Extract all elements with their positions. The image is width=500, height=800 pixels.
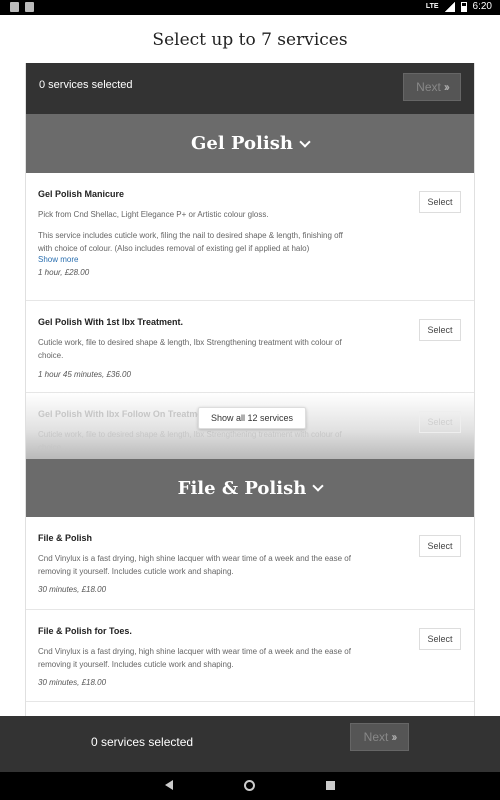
select-button[interactable]: Select (419, 319, 461, 341)
sd-card-icon (25, 2, 34, 12)
category-title: Gel Polish (191, 133, 293, 154)
service-name: File & Polish for Toes. (38, 626, 132, 636)
service-description: Cnd Vinylux is a fast drying, high shine… (38, 554, 351, 576)
service-description: Cnd Vinylux is a fast drying, high shine… (38, 647, 351, 669)
chevron-down-icon (299, 135, 311, 148)
service-description: Cuticle work, file to desired shape & le… (38, 338, 342, 360)
service-item: File & Polish for Toes. Cnd Vinylux is a… (26, 610, 474, 702)
service-item: Gel Polish Manicure Pick from Cnd Shella… (26, 173, 474, 301)
navigation-bar (0, 772, 500, 800)
next-label: Next (363, 730, 389, 744)
category-header-gel-polish[interactable]: Gel Polish (26, 114, 474, 173)
select-button[interactable]: Select (419, 411, 461, 433)
home-icon[interactable] (244, 780, 255, 791)
category-title: File & Polish (177, 477, 307, 499)
selected-count: 0 services selected (91, 735, 194, 749)
select-button[interactable]: Select (419, 535, 461, 557)
battery-icon (460, 1, 467, 12)
notification-icon (10, 2, 19, 12)
double-chevron-right-icon: ›› (443, 80, 450, 94)
select-button[interactable]: Select (419, 191, 461, 213)
service-duration-price: 1 hour 45 minutes, £36.00 (38, 370, 131, 379)
service-name: Gel Polish Manicure (38, 189, 125, 199)
next-label: Next (416, 80, 441, 94)
bottom-selection-bar: 0 services selected Next ›› (0, 716, 500, 772)
status-bar: LTE 6:20 (0, 0, 500, 15)
show-all-services-button[interactable]: Show all 12 services (198, 407, 307, 429)
page-title: Select up to 7 services (152, 30, 348, 50)
service-item-faded: Gel Polish With Ibx Follow On Treatment.… (26, 393, 474, 459)
next-button[interactable]: Next ›› (350, 723, 409, 751)
service-name: File & Polish (38, 533, 93, 543)
service-description: Pick from Cnd Shellac, Light Elegance P+… (38, 210, 269, 219)
back-icon[interactable] (165, 780, 173, 790)
service-description-more: This service includes cuticle work, fili… (38, 231, 343, 253)
service-item: File & Polish Cnd Vinylux is a fast dryi… (26, 517, 474, 610)
service-duration-price: 30 minutes, £18.00 (38, 585, 107, 594)
recent-apps-icon[interactable] (326, 781, 335, 790)
clock: 6:20 (472, 1, 492, 12)
select-button[interactable]: Select (419, 628, 461, 650)
signal-icon (444, 1, 455, 12)
service-duration-price: 30 minutes, £18.00 (38, 678, 107, 687)
services-list[interactable]: 0 services selected Next ›› Gel Polish G… (25, 63, 475, 716)
service-name: Gel Polish With 1st Ibx Treatment. (38, 317, 183, 327)
chevron-down-icon (312, 480, 324, 492)
category-header-file-polish[interactable]: File & Polish (26, 459, 474, 517)
network-type: LTE (425, 3, 439, 10)
service-item: Gel Polish With 1st Ibx Treatment. Cutic… (26, 301, 474, 393)
show-more-link[interactable]: Show more (38, 255, 461, 264)
selection-summary-bar: 0 services selected Next ›› (26, 63, 474, 114)
double-chevron-right-icon: ›› (391, 730, 397, 744)
service-duration-price: 1 hour, £28.00 (38, 268, 90, 277)
selected-count: 0 services selected (39, 79, 133, 91)
service-description: Cuticle work, file to desired shape & le… (38, 430, 342, 452)
next-button[interactable]: Next ›› (403, 73, 461, 101)
